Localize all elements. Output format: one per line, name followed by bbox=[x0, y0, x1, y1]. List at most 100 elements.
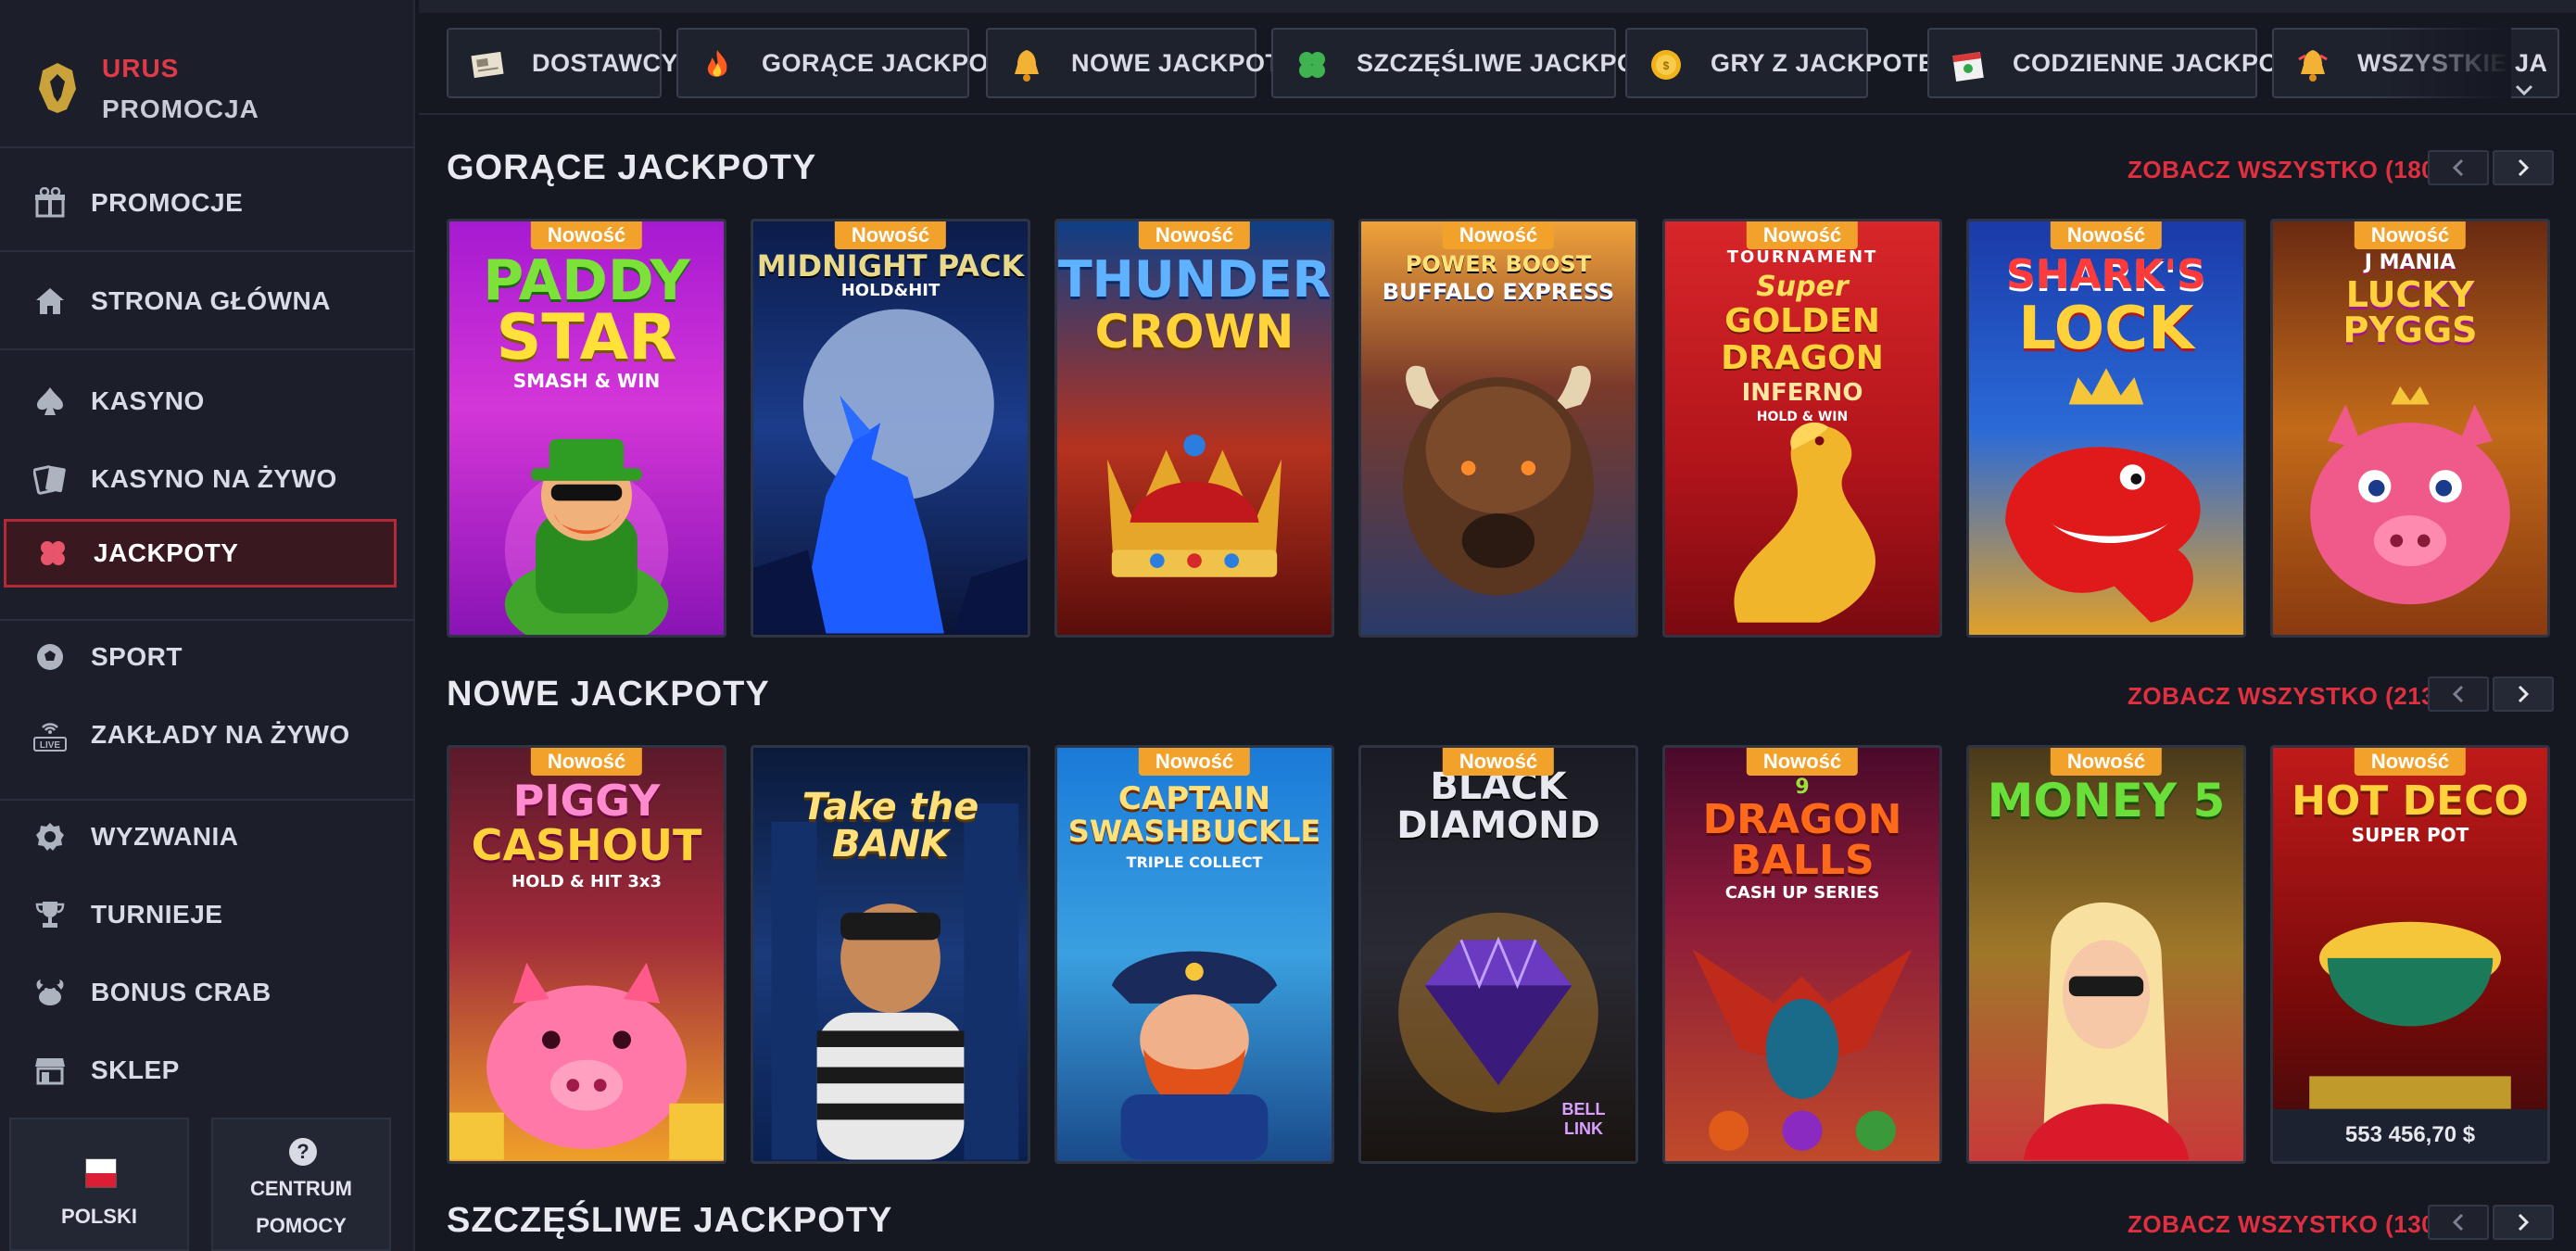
prev-button[interactable] bbox=[2428, 150, 2489, 185]
language-button[interactable]: POLSKI bbox=[9, 1118, 189, 1251]
section-title-gorace: GORĄCE JACKPOTY bbox=[447, 148, 817, 187]
game-card-hot-deco[interactable]: HOT DECO SUPER POT 553 456,70 $ Nowość bbox=[2270, 745, 2550, 1164]
sidebar-item-sport[interactable]: SPORT bbox=[0, 623, 415, 691]
new-badge: Nowość bbox=[1138, 748, 1251, 776]
badge-icon bbox=[32, 818, 69, 855]
sidebar-item-jackpoty[interactable]: JACKPOTY bbox=[4, 519, 397, 588]
chevron-right-icon bbox=[2518, 158, 2530, 177]
game-card-paddy-star[interactable]: PADDY STAR SMASH & WIN Nowość bbox=[447, 219, 726, 638]
game-card-dragon-balls[interactable]: 9 DRAGON BALLS CASH UP SERIES Nowość bbox=[1662, 745, 1942, 1164]
prev-button[interactable] bbox=[2428, 1205, 2489, 1240]
help-icon: ? bbox=[289, 1138, 317, 1166]
sidebar-item-kasyno[interactable]: KASYNO bbox=[0, 367, 415, 436]
new-badge: Nowość bbox=[1442, 221, 1555, 249]
sidebar-item-label: KASYNO bbox=[91, 386, 205, 415]
game-card-golden-dragon[interactable]: TOURNAMENT Super GOLDEN DRAGON INFERNO H… bbox=[1662, 219, 1942, 638]
calendar-icon bbox=[1952, 52, 1984, 82]
game-card-thunder-crown[interactable]: THUNDER CROWN Nowość bbox=[1054, 219, 1334, 638]
sidebar-item-wyzwania[interactable]: WYZWANIA bbox=[0, 802, 415, 871]
trophy-icon bbox=[32, 896, 69, 933]
section-title-nowe: NOWE JACKPOTY bbox=[447, 675, 770, 714]
game-card-take-the-bank[interactable]: Take the BANK bbox=[751, 745, 1030, 1164]
game-card-captain-swashbuckle[interactable]: CAPTAIN SWASHBUCKLE TRIPLE COLLECT Nowoś… bbox=[1054, 745, 1334, 1164]
new-badge: Nowość bbox=[530, 748, 643, 776]
new-badge: Nowość bbox=[2354, 221, 2467, 249]
divider bbox=[0, 619, 415, 621]
tab-gry-z-jackpotem[interactable]: $ GRY Z JACKPOTEM bbox=[1625, 28, 1956, 98]
top-strip bbox=[419, 0, 2576, 13]
sidebar-item-label: WYZWANIA bbox=[91, 822, 239, 851]
crab-icon bbox=[32, 974, 69, 1011]
sidebar-item-label: KASYNO NA ŻYWO bbox=[91, 464, 337, 493]
see-all-link[interactable]: ZOBACZ WSZYSTKO (213) bbox=[2128, 682, 2443, 711]
clover-icon bbox=[34, 535, 71, 572]
divider bbox=[0, 348, 415, 350]
sidebar-item-label: TURNIEJE bbox=[91, 900, 223, 929]
sidebar-item-kasyno-na-zywo[interactable]: KASYNO NA ŻYWO bbox=[0, 445, 415, 513]
shop-icon bbox=[32, 1052, 69, 1089]
new-badge: Nowość bbox=[530, 221, 643, 249]
tabs-fade bbox=[2372, 13, 2511, 113]
new-badge: Nowość bbox=[1442, 748, 1555, 776]
clover-icon bbox=[1299, 52, 1325, 78]
promo-subtitle: PROMOCJA bbox=[102, 95, 259, 123]
chevron-left-icon bbox=[2452, 1213, 2464, 1232]
divider bbox=[0, 250, 415, 252]
section-title-szczesliwe: SZCZĘŚLIWE JACKPOTY bbox=[447, 1201, 893, 1240]
game-card-black-diamond[interactable]: BLACK DIAMOND BELL LINK Nowość bbox=[1358, 745, 1638, 1164]
fire-icon bbox=[707, 50, 727, 77]
help-center-button[interactable]: ? CENTRUM POMOCY bbox=[211, 1118, 391, 1251]
chevron-left-icon bbox=[2452, 685, 2464, 703]
next-button[interactable] bbox=[2493, 676, 2554, 712]
sidebar-item-bonus-crab[interactable]: BONUS CRAB bbox=[0, 958, 415, 1027]
newspaper-icon bbox=[471, 51, 504, 79]
poland-flag-icon bbox=[85, 1158, 117, 1188]
tab-gorace-jackpoty[interactable]: GORĄCE JACKPOTY bbox=[676, 28, 1021, 98]
new-badge: Nowość bbox=[2050, 748, 2163, 776]
promo-title: URUS bbox=[102, 54, 180, 82]
see-all-link[interactable]: ZOBACZ WSZYSTKO (130) bbox=[2128, 1210, 2443, 1239]
game-card-money-5[interactable]: MONEY 5 Nowość bbox=[1966, 745, 2246, 1164]
tabs-next-chevron-icon[interactable] bbox=[2511, 76, 2537, 104]
sidebar-item-turnieje[interactable]: TURNIEJE bbox=[0, 880, 415, 949]
next-button[interactable] bbox=[2493, 1205, 2554, 1240]
svg-text:LIVE: LIVE bbox=[40, 740, 61, 751]
football-icon bbox=[32, 638, 69, 676]
sidebar-item-strona-glowna[interactable]: STRONA GŁÓWNA bbox=[0, 267, 415, 335]
chevron-left-icon bbox=[2452, 158, 2464, 177]
spade-icon bbox=[32, 383, 69, 420]
new-badge: Nowość bbox=[2354, 748, 2467, 776]
tab-nowe-jackpoty[interactable]: NOWE JACKPOTY bbox=[986, 28, 1298, 98]
help-label-line1: CENTRUM bbox=[250, 1177, 352, 1200]
sidebar-item-sklep[interactable]: SKLEP bbox=[0, 1036, 415, 1105]
next-button[interactable] bbox=[2493, 150, 2554, 185]
tab-codzienne-jackpoty[interactable]: CODZIENNE JACKPOTY bbox=[1927, 28, 2311, 98]
new-badge: Nowość bbox=[1138, 221, 1251, 249]
cards-icon bbox=[32, 461, 69, 498]
bell-icon bbox=[1015, 50, 1039, 82]
game-card-midnight-pack[interactable]: MIDNIGHT PACK HOLD&HIT Nowość bbox=[751, 219, 1030, 638]
new-badge: Nowość bbox=[834, 221, 947, 249]
sidebar-item-promocje[interactable]: PROMOCJE bbox=[0, 169, 415, 237]
new-badge: Nowość bbox=[2050, 221, 2163, 249]
live-icon: LIVE bbox=[32, 716, 69, 753]
promo-banner[interactable]: URUS PROMOCJA bbox=[0, 0, 415, 148]
game-card-lucky-pyggs[interactable]: J MANIA LUCKY PYGGS Nowość bbox=[2270, 219, 2550, 638]
tab-szczesliwe-jackpoty[interactable]: SZCZĘŚLIWE JACKPOTY bbox=[1271, 28, 1670, 98]
game-card-buffalo-express[interactable]: POWER BOOST BUFFALO EXPRESS Nowość bbox=[1358, 219, 1638, 638]
tab-dostawcy[interactable]: DOSTAWCY bbox=[447, 28, 678, 98]
see-all-link[interactable]: ZOBACZ WSZYSTKO (180) bbox=[2128, 156, 2443, 184]
sidebar-item-zaklady-na-zywo[interactable]: LIVE ZAKŁADY NA ŻYWO bbox=[0, 701, 415, 769]
prev-button[interactable] bbox=[2428, 676, 2489, 712]
sidebar-item-label: BONUS CRAB bbox=[91, 978, 271, 1006]
game-card-piggy-cashout[interactable]: PIGGY CASHOUT HOLD & HIT 3x3 Nowość bbox=[447, 745, 726, 1164]
chevron-right-icon bbox=[2518, 1213, 2530, 1232]
home-icon bbox=[32, 283, 69, 320]
sidebar-item-label: PROMOCJE bbox=[91, 188, 244, 217]
svg-text:$: $ bbox=[1663, 59, 1670, 72]
sidebar-item-label: SPORT bbox=[91, 642, 183, 671]
game-card-sharks-lock[interactable]: SHARK'S LOCK Nowość bbox=[1966, 219, 2246, 638]
sidebar-item-label: STRONA GŁÓWNA bbox=[91, 286, 331, 315]
help-label-line2: POMOCY bbox=[256, 1214, 347, 1237]
new-badge: Nowość bbox=[1746, 748, 1859, 776]
